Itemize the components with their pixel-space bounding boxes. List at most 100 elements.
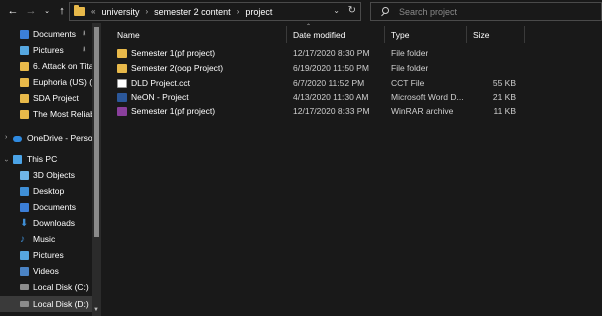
sidebar-item-label: Local Disk (C:)	[33, 282, 89, 292]
file-type: File folder	[391, 63, 429, 73]
column-header-name[interactable]: Name	[117, 28, 140, 42]
breadcrumb-overflow[interactable]: «	[91, 7, 95, 16]
breadcrumb: « university › semester 2 content › proj…	[91, 7, 272, 17]
pin-icon[interactable]: ⭳	[83, 29, 85, 40]
folder-icon	[20, 93, 29, 103]
sidebar-item-label: Pictures	[33, 45, 64, 55]
file-name: Semester 1(pf project)	[131, 48, 216, 58]
file-row[interactable]: Semester 1(pf project) 12/17/2020 8:33 P…	[101, 105, 602, 119]
music-icon: ♪	[20, 233, 25, 245]
disk-icon	[20, 301, 29, 307]
sidebar-item-local-disk-c[interactable]: Local Disk (C:)	[0, 279, 92, 295]
pictures-icon	[20, 45, 29, 55]
3d-objects-icon	[20, 170, 29, 180]
forward-arrow-icon[interactable]: →	[24, 4, 38, 18]
file-type: File folder	[391, 48, 429, 58]
sidebar-item-label: Music	[33, 234, 56, 244]
recent-locations-chevron-icon[interactable]: ⌄	[40, 4, 54, 18]
pin-icon[interactable]: ⭳	[83, 45, 85, 56]
sidebar-item-label: 6. Attack on Tita	[33, 61, 92, 71]
sidebar-item-label: This PC	[27, 154, 58, 164]
sidebar-item-sda-project[interactable]: SDA Project	[0, 90, 92, 106]
file-name: Semester 1(pf project)	[131, 106, 216, 116]
file-name: NeON - Project	[131, 92, 189, 102]
file-size: 11 KB	[493, 106, 516, 116]
back-arrow-icon[interactable]: ←	[6, 4, 20, 18]
breadcrumb-separator-icon[interactable]: ›	[237, 7, 240, 16]
column-divider[interactable]	[384, 26, 385, 43]
refresh-icon[interactable]: ↻	[348, 5, 356, 16]
pictures-icon	[20, 250, 29, 260]
sidebar-item-attack-on-titan[interactable]: 6. Attack on Tita	[0, 58, 92, 74]
address-dropdown-chevron-icon[interactable]: ⌄	[333, 6, 340, 15]
sidebar-item-label: Desktop	[33, 186, 65, 196]
breadcrumb-project[interactable]: project	[245, 7, 272, 17]
file-size: 21 KB	[492, 92, 516, 102]
sidebar-item-documents[interactable]: Documents	[0, 199, 92, 215]
sidebar-item-label: Documents	[33, 202, 76, 212]
sidebar-item-documents-quick[interactable]: Documents ⭳	[0, 26, 92, 42]
folder-icon	[117, 49, 127, 58]
breadcrumb-semester-2-content[interactable]: semester 2 content	[154, 7, 231, 17]
file-icon	[117, 79, 127, 88]
file-date: 6/19/2020 11:50 PM	[293, 63, 369, 73]
column-header-size[interactable]: Size	[473, 28, 490, 42]
sidebar-item-videos[interactable]: Videos	[0, 263, 92, 279]
sidebar-item-this-pc[interactable]: This PC	[0, 151, 92, 167]
sidebar-item-3d-objects[interactable]: 3D Objects	[0, 167, 92, 183]
column-divider[interactable]	[524, 26, 525, 43]
breadcrumb-university[interactable]: university	[101, 7, 139, 17]
search-box[interactable]	[370, 2, 602, 21]
sidebar-item-label: Euphoria (US) (2	[33, 77, 92, 87]
breadcrumb-separator-icon[interactable]: ›	[145, 7, 148, 16]
file-type: WinRAR archive	[391, 106, 454, 116]
winrar-icon	[117, 107, 127, 116]
sidebar-item-label: Local Disk (D:)	[33, 299, 89, 309]
sidebar-item-onedrive[interactable]: OneDrive - Persor	[0, 130, 92, 146]
sidebar-item-label: The Most Reliabl	[33, 109, 92, 119]
scrollbar-thumb[interactable]	[94, 27, 99, 237]
scroll-down-arrow-icon[interactable]: ▼	[93, 307, 99, 313]
videos-icon	[20, 266, 29, 276]
sidebar-scrollbar[interactable]: ▼	[92, 23, 101, 316]
folder-icon	[20, 109, 29, 119]
sidebar-item-pictures[interactable]: Pictures	[0, 247, 92, 263]
sidebar-item-label: OneDrive - Persor	[27, 133, 92, 143]
documents-icon	[20, 29, 29, 39]
file-size: 55 KB	[492, 78, 516, 88]
disk-icon	[20, 284, 29, 290]
folder-icon	[20, 61, 29, 71]
sidebar-item-label: Downloads	[33, 218, 76, 228]
file-name: Semester 2(oop Project)	[131, 63, 224, 73]
sidebar-item-label: Videos	[33, 266, 59, 276]
file-row[interactable]: NeON - Project 4/13/2020 11:30 AM Micros…	[101, 91, 602, 105]
file-type: Microsoft Word D...	[391, 92, 464, 102]
file-row[interactable]: Semester 1(pf project) 12/17/2020 8:30 P…	[101, 47, 602, 61]
onedrive-icon	[13, 136, 22, 142]
sidebar-item-label: SDA Project	[33, 93, 79, 103]
sidebar-item-local-disk-d[interactable]: Local Disk (D:)	[0, 296, 92, 312]
file-date: 6/7/2020 11:52 PM	[293, 78, 365, 88]
column-header-type[interactable]: Type	[391, 28, 409, 42]
address-bar[interactable]: « university › semester 2 content › proj…	[69, 2, 361, 21]
column-divider[interactable]	[466, 26, 467, 43]
column-divider[interactable]	[286, 26, 287, 43]
folder-icon	[20, 77, 29, 87]
sidebar-item-euphoria[interactable]: Euphoria (US) (2	[0, 74, 92, 90]
sidebar-item-label: Pictures	[33, 250, 64, 260]
up-arrow-icon[interactable]: ↑	[55, 4, 69, 18]
file-row[interactable]: DLD Project.cct 6/7/2020 11:52 PM CCT Fi…	[101, 77, 602, 91]
column-header-date[interactable]: Date modified	[293, 28, 345, 42]
search-input[interactable]	[399, 6, 589, 17]
sidebar-item-desktop[interactable]: Desktop	[0, 183, 92, 199]
sidebar-item-downloads[interactable]: ⬇ Downloads	[0, 215, 92, 231]
file-row[interactable]: Semester 2(oop Project) 6/19/2020 11:50 …	[101, 62, 602, 76]
sidebar-item-pictures-quick[interactable]: Pictures ⭳	[0, 42, 92, 58]
file-date: 12/17/2020 8:33 PM	[293, 106, 370, 116]
navigation-pane: Documents ⭳ Pictures ⭳ 6. Attack on Tita…	[0, 23, 100, 316]
file-type: CCT File	[391, 78, 425, 88]
file-list: ⌃ Name Date modified Type Size Semester …	[101, 23, 602, 316]
sidebar-item-most-reliable[interactable]: The Most Reliabl	[0, 106, 92, 122]
sidebar-item-music[interactable]: ♪ Music	[0, 231, 92, 247]
file-name: DLD Project.cct	[131, 78, 191, 88]
